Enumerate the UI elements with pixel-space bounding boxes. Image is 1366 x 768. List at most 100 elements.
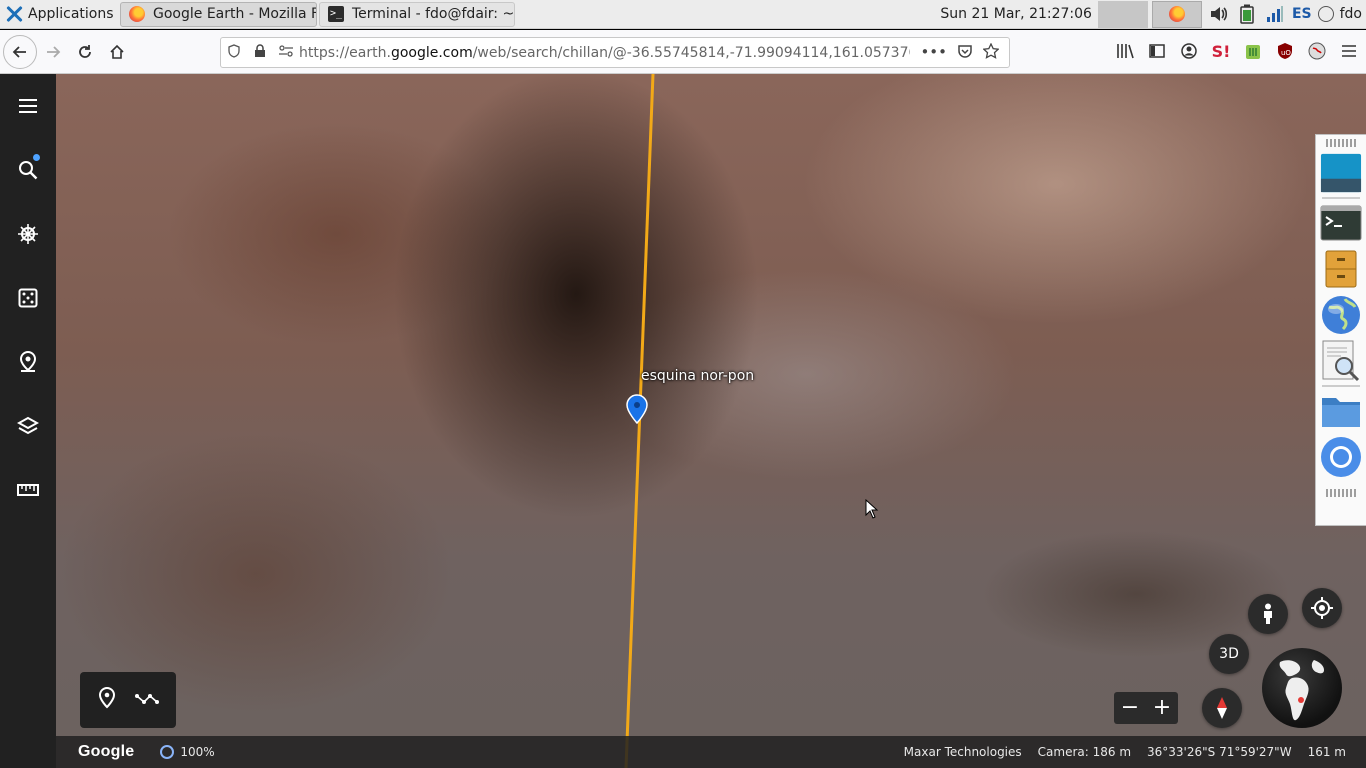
measure-button[interactable] — [0, 466, 56, 514]
my-location-button[interactable] — [1302, 588, 1342, 628]
dock-file-cabinet[interactable] — [1320, 247, 1362, 291]
draw-path-icon — [134, 693, 159, 704]
permissions-icon[interactable] — [273, 44, 299, 61]
taskbar-item-terminal[interactable]: >_ Terminal - fdo@fdair: ~ — [319, 1, 515, 27]
page-actions-icon[interactable]: ••• — [920, 43, 947, 63]
keyboard-layout[interactable]: ES — [1292, 6, 1312, 22]
layers-icon — [17, 416, 39, 435]
bookmark-star-icon[interactable] — [982, 41, 1000, 63]
toggle-3d-button[interactable]: 3D — [1209, 634, 1249, 674]
top-panel: Applications Google Earth - Mozilla F...… — [0, 0, 1366, 29]
terminal-icon: >_ — [328, 6, 344, 22]
user-menu[interactable]: fdo — [1317, 6, 1362, 22]
task-label: Google Earth - Mozilla F... — [153, 6, 317, 22]
dock-search[interactable] — [1320, 339, 1362, 383]
dice-icon — [18, 288, 38, 308]
hamburger-icon — [19, 99, 37, 113]
volume-icon[interactable] — [1208, 3, 1230, 25]
main-menu-button[interactable] — [0, 82, 56, 130]
load-percentage: 100% — [180, 745, 215, 759]
arrow-left-icon — [12, 45, 26, 58]
taskbar-item-firefox[interactable]: Google Earth - Mozilla F... — [120, 1, 317, 27]
notification-dot — [33, 154, 40, 161]
placemark-label[interactable]: esquina nor-pon — [641, 368, 754, 384]
shield-icon[interactable] — [221, 43, 247, 62]
search-icon — [19, 161, 38, 180]
overview-globe[interactable] — [1262, 648, 1342, 728]
earth-sidebar — [0, 74, 56, 768]
applications-label: Applications — [28, 6, 114, 22]
mouse-cursor-icon — [865, 499, 879, 519]
firefox-icon — [129, 6, 145, 22]
clock[interactable]: Sun 21 Mar, 21:27:06 — [934, 6, 1098, 22]
dock-chromium[interactable] — [1320, 435, 1362, 479]
arrow-right-icon — [47, 45, 61, 58]
pocket-icon[interactable] — [957, 43, 973, 63]
dock-web-browser[interactable] — [1320, 293, 1362, 337]
draw-path-button[interactable] — [134, 691, 159, 710]
voyager-button[interactable] — [0, 210, 56, 258]
applications-menu[interactable]: Applications — [0, 0, 118, 29]
battery-icon[interactable] — [1236, 3, 1258, 25]
projects-button[interactable] — [0, 338, 56, 386]
placemark-pin-icon[interactable] — [625, 394, 649, 424]
dock-folder[interactable] — [1320, 389, 1362, 433]
extension-globe-icon[interactable] — [1306, 36, 1328, 66]
extension-s-icon[interactable]: S! — [1210, 36, 1232, 66]
desktop-icon — [1320, 153, 1362, 193]
lock-icon[interactable] — [247, 43, 273, 62]
attribution[interactable]: Maxar Technologies — [904, 745, 1022, 759]
hamburger-menu-icon[interactable] — [1338, 36, 1360, 66]
map-style-button[interactable] — [0, 402, 56, 450]
zoom-out-button[interactable]: − — [1114, 692, 1146, 724]
compass-button[interactable] — [1202, 688, 1242, 728]
google-logo: Google — [78, 743, 135, 760]
placemark-icon — [19, 351, 37, 372]
elevation: 161 m — [1307, 745, 1346, 759]
address-bar[interactable]: https://earth.google.com/web/search/chil… — [220, 37, 1010, 68]
xfce-logo-icon — [4, 4, 24, 24]
street-view-button[interactable] — [1248, 594, 1288, 634]
chromium-icon — [1321, 437, 1361, 477]
add-placemark-button[interactable] — [98, 686, 116, 713]
ublock-icon[interactable]: uO — [1274, 36, 1296, 66]
dock-grip[interactable] — [1326, 139, 1356, 147]
feeling-lucky-button[interactable] — [0, 274, 56, 322]
dock-desktop[interactable] — [1320, 151, 1362, 195]
reload-icon — [79, 44, 91, 58]
svg-text:uO: uO — [1281, 49, 1291, 57]
ship-wheel-icon — [18, 224, 38, 244]
my-location-icon — [1311, 597, 1333, 619]
globe-icon — [1279, 660, 1324, 721]
zoom-controls: − + — [1114, 692, 1178, 724]
home-button[interactable] — [101, 36, 133, 68]
earth-map-view[interactable]: esquina nor-pon — [56, 74, 1366, 768]
pegman-icon — [1264, 603, 1272, 624]
firefox-tray-icon[interactable] — [1151, 0, 1202, 28]
camera-altitude: Camera: 186 m — [1037, 745, 1132, 759]
back-button[interactable] — [3, 34, 37, 69]
zoom-in-button[interactable]: + — [1146, 692, 1178, 724]
url-text[interactable]: https://earth.google.com/web/search/chil… — [299, 45, 910, 61]
user-name: fdo — [1339, 6, 1362, 22]
tray-placeholder — [1097, 0, 1148, 28]
dock-terminal[interactable] — [1320, 201, 1362, 245]
browser-toolbar: https://earth.google.com/web/search/chil… — [0, 30, 1366, 74]
search-button[interactable] — [0, 146, 56, 194]
user-icon — [1317, 6, 1334, 22]
sidebar-toggle-icon[interactable] — [1146, 36, 1168, 66]
path-line — [624, 74, 655, 768]
library-icon[interactable] — [1114, 36, 1136, 66]
forward-button[interactable] — [37, 36, 69, 68]
web-globe-icon — [1322, 296, 1360, 334]
network-signal-icon[interactable] — [1264, 3, 1286, 25]
reload-button[interactable] — [69, 36, 101, 68]
app-dock — [1315, 134, 1366, 526]
file-cabinet-icon — [1325, 250, 1357, 288]
dock-grip-bottom[interactable] — [1326, 489, 1356, 497]
extension-green-icon[interactable] — [1242, 36, 1264, 66]
loading-indicator-icon — [160, 745, 175, 759]
account-icon[interactable] — [1178, 36, 1200, 66]
ruler-icon — [17, 484, 39, 496]
home-icon — [110, 44, 124, 59]
